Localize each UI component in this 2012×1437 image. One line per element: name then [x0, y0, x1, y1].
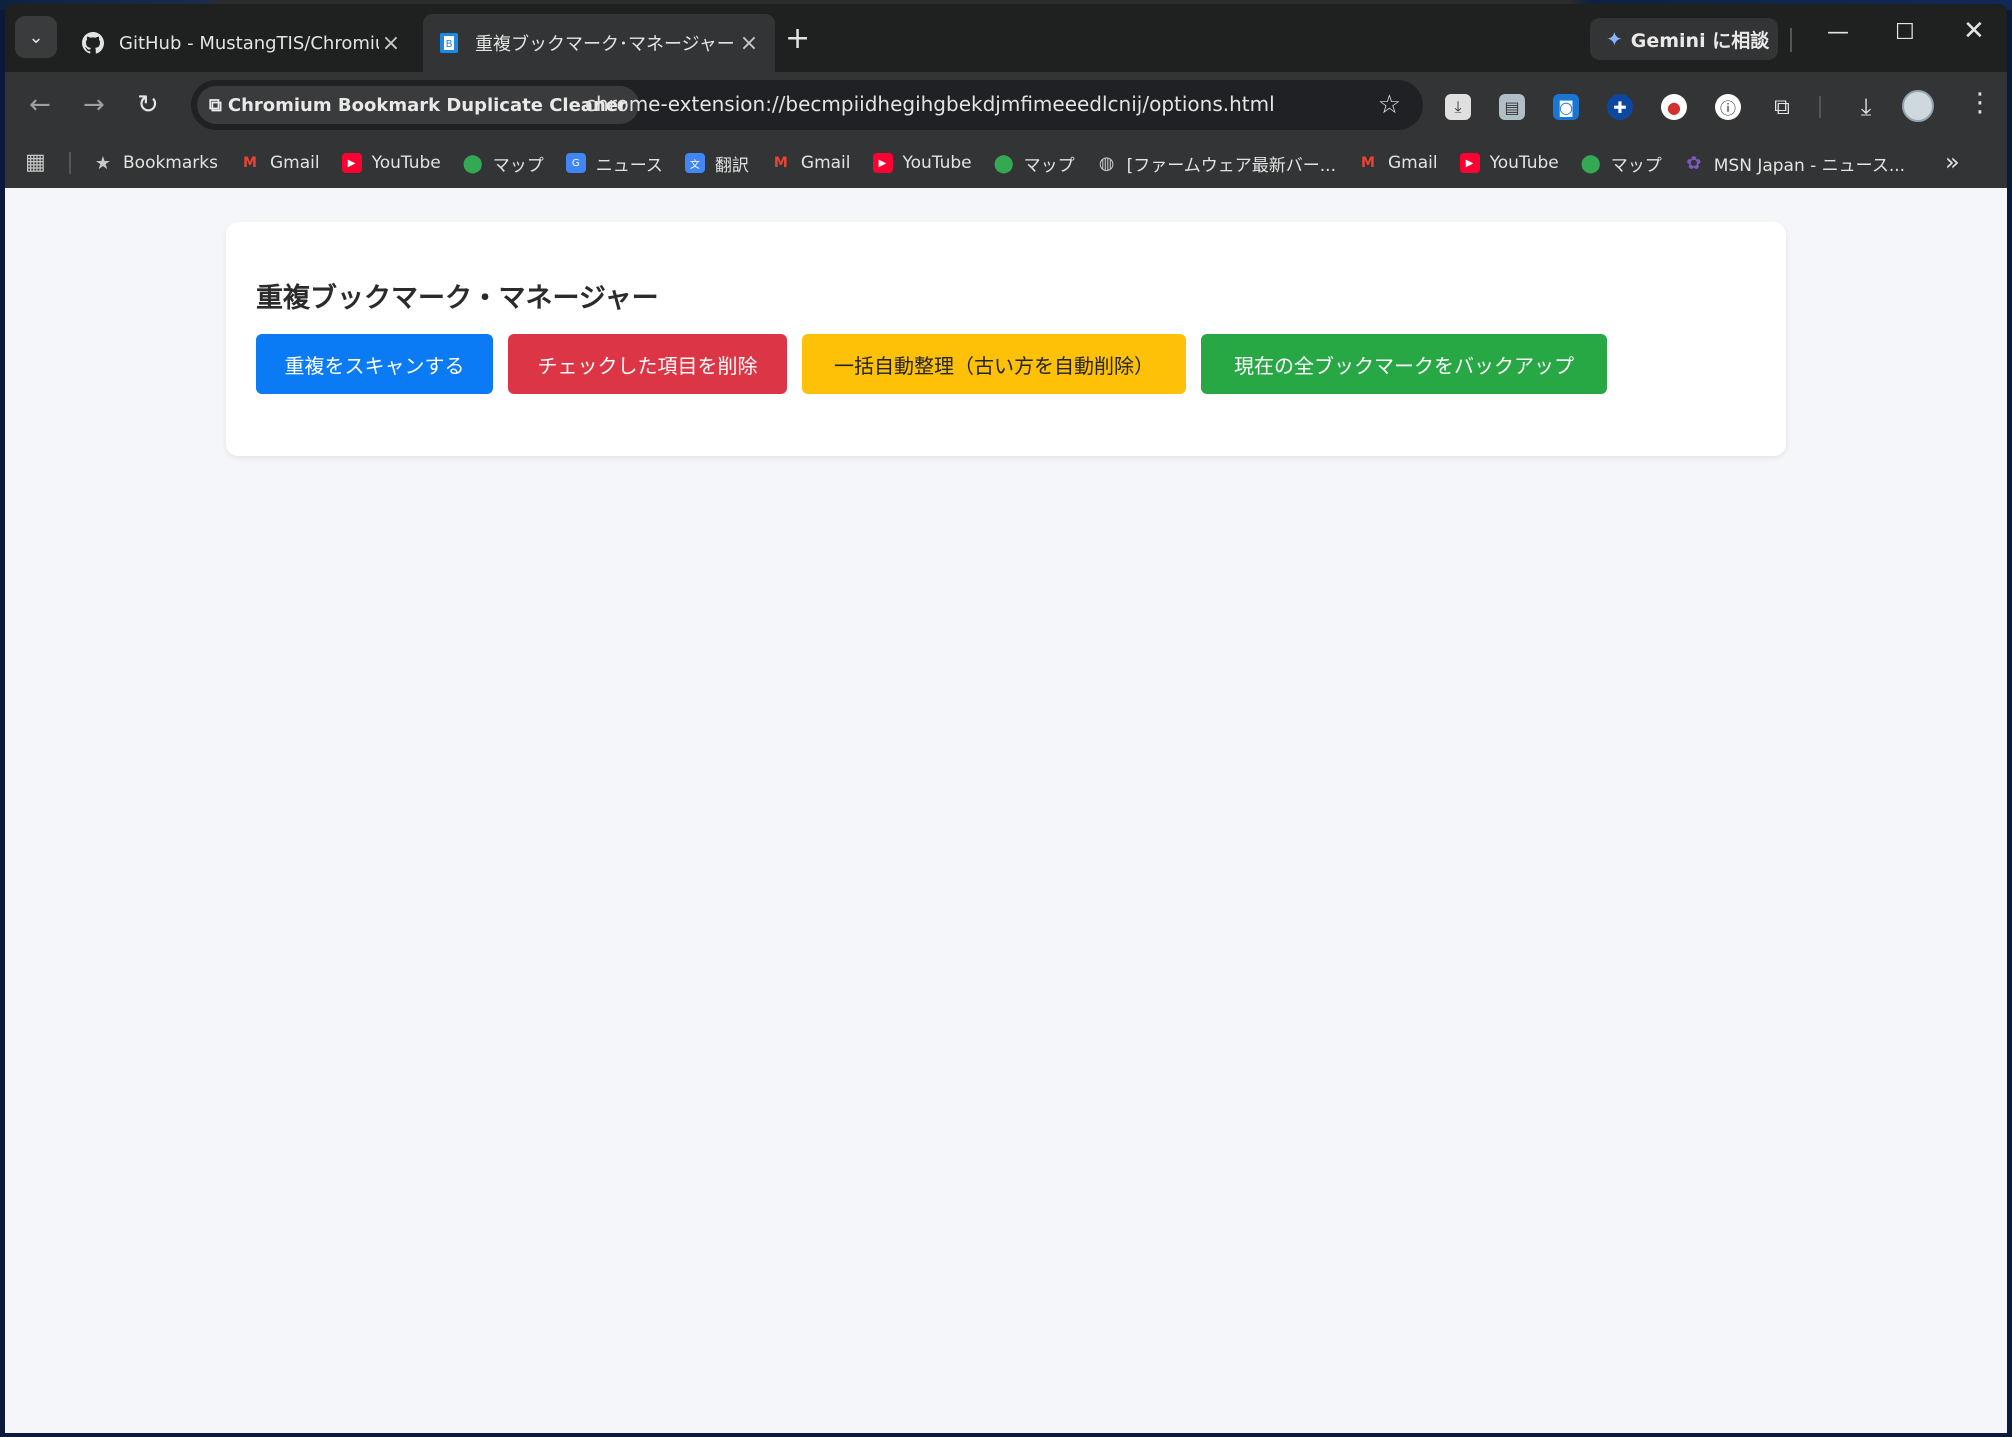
page-content: 重複ブックマーク・マネージャー 重複をスキャンする チェックした項目を削除 一括…: [5, 188, 2007, 1433]
bookmark-item[interactable]: ▶ YouTube: [341, 153, 441, 173]
bookmark-item[interactable]: M Gmail: [240, 153, 320, 173]
divider: [1790, 28, 1792, 52]
maps-icon: ⬤: [1580, 152, 1601, 174]
bookmark-item[interactable]: ⬤ マップ: [463, 151, 544, 176]
gemini-button[interactable]: ✦ Gemini に相談: [1590, 18, 1778, 60]
arrow-left-icon: ←: [29, 90, 51, 120]
chevron-down-icon: ⌄: [28, 26, 44, 48]
scan-duplicates-button[interactable]: 重複をスキャンする: [256, 334, 493, 394]
star-icon: ★: [94, 152, 112, 174]
apps-grid-icon[interactable]: ▦: [25, 150, 46, 175]
download-extension-icon[interactable]: ⤓: [1445, 94, 1471, 120]
gemini-sparkle-icon: ✦: [1606, 27, 1623, 51]
bookmark-item[interactable]: M Gmail: [1358, 153, 1438, 173]
maximize-button[interactable]: ☐: [1895, 20, 1915, 45]
avatar[interactable]: [1902, 90, 1934, 122]
url-text[interactable]: chrome-extension://becmpiidhegihgbekdjmf…: [585, 92, 1275, 116]
bookmark-items: ★ Bookmarks M Gmail ▶ YouTube ⬤ マップ G ニュース 文翻…: [93, 138, 1927, 188]
tab-title: GitHub - MustangTIS/Chromium: [119, 32, 379, 54]
close-icon[interactable]: ×: [379, 31, 403, 56]
divider: [69, 152, 71, 174]
puzzle-icon: ⧉: [209, 94, 222, 116]
site-info-chip[interactable]: ⧉ Chromium Bookmark Duplicate Cleaner: [197, 86, 639, 124]
msn-icon: ✿: [1686, 152, 1702, 174]
maximize-icon: ☐: [1895, 20, 1915, 45]
menu-button[interactable]: ⋮: [1967, 88, 1993, 118]
youtube-icon: ▶: [1459, 153, 1480, 173]
globe-icon: ◍: [1098, 152, 1115, 174]
auto-cleanup-button[interactable]: 一括自動整理（古い方を自動削除）: [802, 334, 1186, 394]
delete-checked-button[interactable]: チェックした項目を削除: [508, 334, 787, 394]
gmail-icon: M: [243, 155, 257, 171]
bookmark-item[interactable]: ★ Bookmarks: [93, 152, 218, 174]
downloads-icon[interactable]: ⤓: [1853, 93, 1879, 121]
back-button[interactable]: ←: [29, 90, 51, 120]
close-window-button[interactable]: ✕: [1963, 16, 1985, 46]
browser-window: ⌄ GitHub - MustangTIS/Chromium × B 重複ブック…: [5, 4, 2007, 1433]
backup-bookmarks-button[interactable]: 現在の全ブックマークをバックアップ: [1201, 334, 1607, 394]
bookmark-item[interactable]: ⬤ マップ: [994, 151, 1075, 176]
manager-card: 重複ブックマーク・マネージャー 重複をスキャンする チェックした項目を削除 一括…: [226, 222, 1786, 456]
page-title: 重複ブックマーク・マネージャー: [256, 283, 659, 314]
maps-icon: ⬤: [993, 152, 1014, 174]
more-vertical-icon: ⋮: [1967, 88, 1993, 118]
translate-icon: 文: [684, 153, 705, 173]
tab-strip: ⌄ GitHub - MustangTIS/Chromium × B 重複ブック…: [5, 4, 2007, 72]
bookmarks-bar: ▦ ★ Bookmarks M Gmail ▶ YouTube ⬤ マップ G ニュース …: [5, 138, 2007, 188]
minimize-button[interactable]: —: [1827, 20, 1849, 45]
forward-button[interactable]: →: [83, 90, 105, 120]
bookmark-item[interactable]: ✿ MSN Japan - ニュース...: [1684, 151, 1905, 176]
gmail-icon: M: [1361, 155, 1375, 171]
bookmark-item[interactable]: ▶ YouTube: [1459, 153, 1559, 173]
tab-github[interactable]: GitHub - MustangTIS/Chromium ×: [67, 14, 417, 72]
youtube-icon: ▶: [341, 153, 362, 173]
tab-bookmark-manager[interactable]: B 重複ブックマーク･マネージャー ×: [423, 14, 775, 72]
extensions-puzzle-icon[interactable]: ⧉: [1769, 94, 1795, 120]
bookmark-star-icon[interactable]: ☆: [1378, 90, 1401, 120]
github-icon: [81, 31, 105, 55]
record-extension-icon[interactable]: ●: [1661, 94, 1687, 120]
printer-extension-icon[interactable]: ▤: [1499, 94, 1525, 120]
bookmark-item[interactable]: ⬤ マップ: [1581, 151, 1662, 176]
bookmark-item[interactable]: ▶ YouTube: [872, 153, 972, 173]
reload-icon: ↻: [137, 90, 159, 120]
gmail-icon: M: [773, 155, 788, 171]
bookmark-item[interactable]: M Gmail: [771, 153, 851, 173]
info-extension-icon[interactable]: ⓘ: [1715, 94, 1741, 120]
bookmark-item[interactable]: G ニュース: [565, 151, 663, 176]
close-icon: ✕: [1963, 16, 1985, 46]
gemini-label: Gemini に相談: [1630, 29, 1770, 52]
close-icon[interactable]: ×: [737, 31, 761, 56]
news-icon: G: [565, 153, 586, 173]
chevron-double-right-icon[interactable]: »: [1945, 148, 1960, 176]
toolbar: ← → ↻ ⧉ Chromium Bookmark Duplicate Clea…: [5, 72, 2007, 138]
new-tab-button[interactable]: +: [785, 24, 810, 54]
arrow-right-icon: →: [83, 90, 105, 120]
extension-favicon-icon: B: [437, 31, 461, 55]
site-chip-label: Chromium Bookmark Duplicate Cleaner: [227, 94, 627, 116]
bookmark-item[interactable]: 文翻訳: [684, 151, 749, 176]
tab-title: 重複ブックマーク･マネージャー: [475, 34, 735, 55]
minimize-icon: —: [1827, 20, 1849, 45]
plus-icon: +: [785, 21, 811, 56]
omnibox[interactable]: ⧉ Chromium Bookmark Duplicate Cleaner ch…: [191, 80, 1423, 130]
reload-button[interactable]: ↻: [137, 90, 159, 120]
screenshot-extension-icon[interactable]: ◙: [1553, 94, 1579, 120]
divider: [1819, 96, 1821, 118]
bookmark-item[interactable]: ◍ [ファームウェア最新バー...: [1097, 151, 1336, 176]
medical-extension-icon[interactable]: ✚: [1607, 94, 1633, 120]
tab-search-button[interactable]: ⌄: [15, 16, 57, 58]
maps-icon: ⬤: [462, 152, 483, 174]
youtube-icon: ▶: [872, 153, 893, 173]
svg-text:B: B: [446, 39, 453, 50]
